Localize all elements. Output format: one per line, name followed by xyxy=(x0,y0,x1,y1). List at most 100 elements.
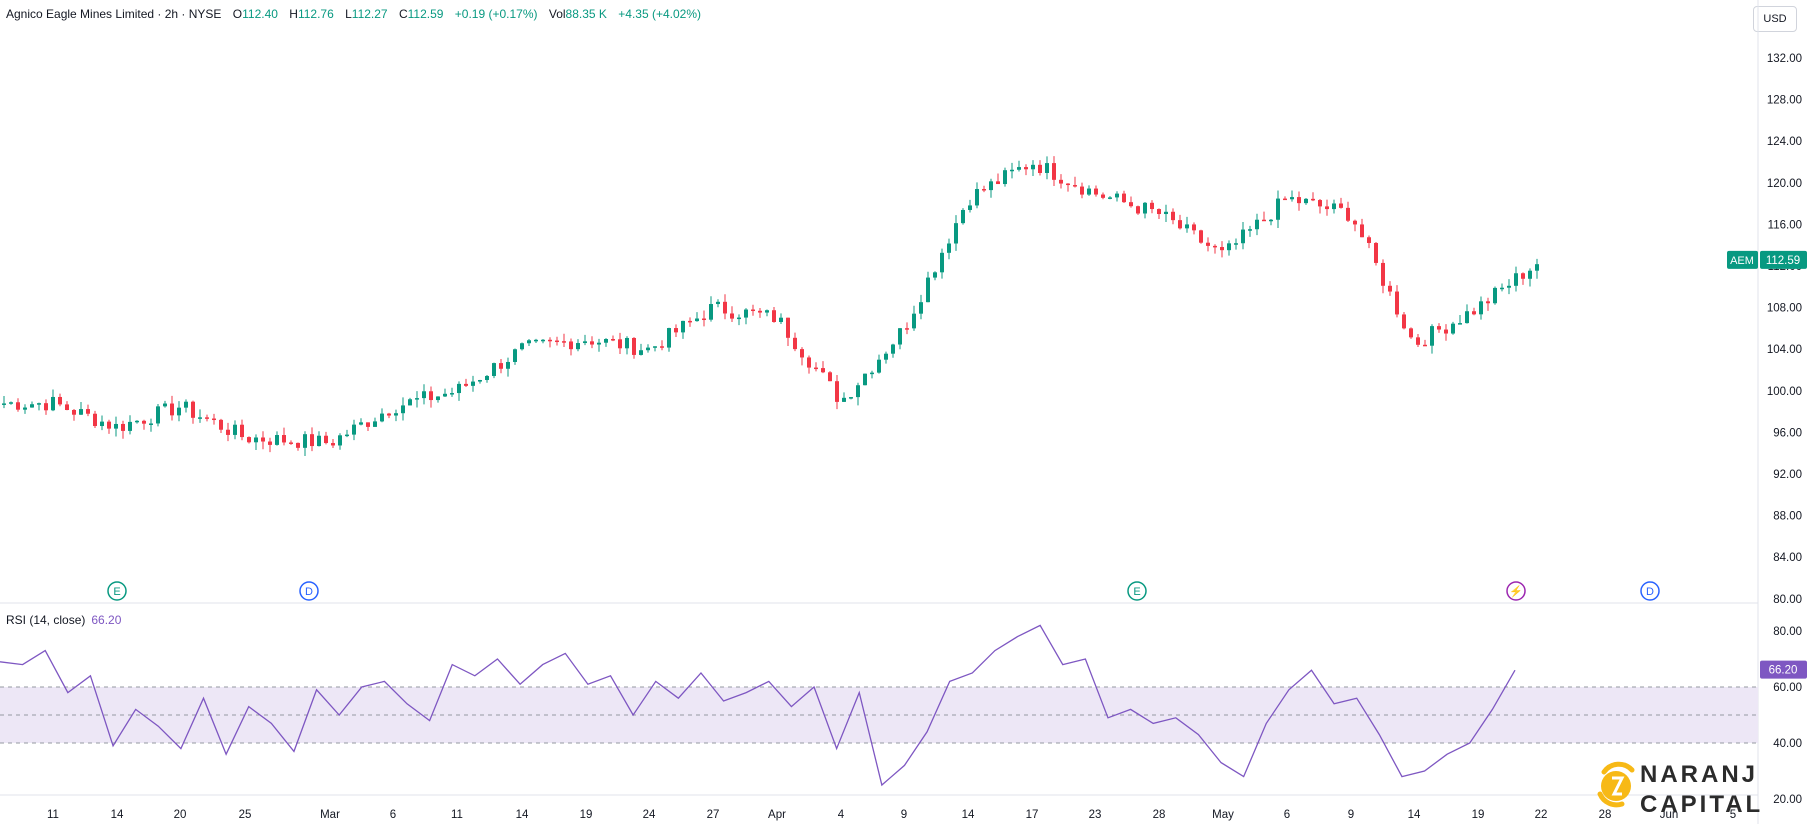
candle-body xyxy=(1514,273,1518,286)
candle-body xyxy=(345,434,349,437)
price-axis-label: 108.00 xyxy=(1767,303,1802,315)
candle-body xyxy=(583,341,587,344)
candle-body xyxy=(9,402,13,404)
candle-body xyxy=(996,181,1000,185)
time-axis-label: 27 xyxy=(707,809,720,821)
candle-body xyxy=(1087,188,1091,195)
candle-body xyxy=(205,417,209,419)
candle-body xyxy=(394,413,398,416)
candle-body xyxy=(1101,194,1105,198)
candle-body xyxy=(1451,323,1455,334)
candle-body xyxy=(1227,243,1231,251)
candle-body xyxy=(1283,198,1287,201)
candle-body xyxy=(219,419,223,430)
candle-body xyxy=(1262,219,1266,222)
rsi-band-fill xyxy=(0,687,1758,743)
candle-body xyxy=(1374,242,1378,263)
candle-body xyxy=(191,401,195,418)
candle-body xyxy=(1206,242,1210,246)
candle-body xyxy=(863,373,867,386)
candle-body xyxy=(128,421,132,431)
candle-body xyxy=(317,435,321,447)
candle-body xyxy=(765,310,769,313)
candle-body xyxy=(1528,270,1532,279)
candle-body xyxy=(1332,203,1336,210)
candle-body xyxy=(1353,220,1357,225)
candle-body xyxy=(604,339,608,343)
candle-body xyxy=(1325,206,1329,210)
candle-body xyxy=(940,252,944,273)
price-axis-label: 96.00 xyxy=(1773,427,1802,439)
time-axis-label: 22 xyxy=(1535,809,1548,821)
candle-body xyxy=(44,403,48,411)
candle-body xyxy=(730,313,734,319)
event-dividend-icon[interactable]: D xyxy=(1640,581,1660,601)
rsi-axis-label: 80.00 xyxy=(1773,626,1802,638)
candle-body xyxy=(142,420,146,424)
event-dividend-icon[interactable]: D xyxy=(299,581,319,601)
price-axis[interactable]: 132.00128.00124.00120.00116.00112.00108.… xyxy=(1767,53,1802,606)
price-tag-text: 112.59 xyxy=(1766,255,1800,267)
candle-body xyxy=(688,320,692,323)
candle-body xyxy=(1150,202,1154,210)
candle-body xyxy=(1255,219,1259,230)
event-markers[interactable]: E D E ⚡ D xyxy=(107,581,1660,601)
candle-body xyxy=(1178,220,1182,229)
candle-body xyxy=(1507,285,1511,288)
candle-body xyxy=(849,397,853,399)
candle-body xyxy=(716,301,720,305)
candle-body xyxy=(198,417,202,419)
candle-body xyxy=(16,402,20,410)
price-axis-label: 120.00 xyxy=(1767,178,1802,190)
time-axis-label: 24 xyxy=(643,809,656,821)
price-axis-label: 128.00 xyxy=(1767,95,1802,107)
candle-body xyxy=(814,367,818,370)
candle-body xyxy=(275,435,279,445)
candle-body xyxy=(478,380,482,382)
event-marker-letter: D xyxy=(1646,586,1654,598)
candle-body xyxy=(240,424,244,438)
candle-body xyxy=(513,349,517,362)
rsi-legend[interactable]: RSI (14, close) 66.20 xyxy=(6,613,121,627)
event-split-icon[interactable]: ⚡ xyxy=(1506,581,1526,601)
candle-body xyxy=(1486,301,1490,304)
event-marker-letter: E xyxy=(1133,586,1140,598)
event-earnings-icon[interactable]: E xyxy=(1127,581,1147,601)
candle-body xyxy=(436,396,440,401)
candle-body xyxy=(674,328,678,333)
candle-body xyxy=(226,429,230,435)
price-axis-label: 132.00 xyxy=(1767,53,1802,65)
candle-body xyxy=(289,442,293,444)
candle-body xyxy=(23,407,27,410)
candle-body xyxy=(1290,197,1294,200)
candle-body xyxy=(121,423,125,431)
candle-body xyxy=(611,339,615,341)
rsi-band xyxy=(0,686,1758,744)
candle-body xyxy=(1136,206,1140,214)
candle-body xyxy=(296,442,300,448)
candle-body xyxy=(548,339,552,342)
candle-body xyxy=(506,361,510,369)
candle-body xyxy=(1108,197,1112,199)
candle-body xyxy=(576,343,580,350)
time-axis[interactable]: 11 14 20 25 Mar 6 11 14 19 24 27 Apr 4 9 14 17 23 28 May 6 9… xyxy=(47,809,1736,821)
candle-body xyxy=(422,391,426,399)
candle-body xyxy=(338,435,342,446)
candle-body xyxy=(1318,200,1322,207)
candle-body xyxy=(149,423,153,425)
candle-body xyxy=(156,406,160,424)
event-earnings-icon[interactable]: E xyxy=(107,581,127,601)
candle-body xyxy=(1241,229,1245,244)
candle-body xyxy=(1304,198,1308,204)
candle-body xyxy=(408,399,412,406)
price-chart[interactable]: 132.00128.00124.00120.00116.00112.00108.… xyxy=(0,0,1811,824)
candle-body xyxy=(471,381,475,386)
candle-body xyxy=(653,346,657,348)
candle-body xyxy=(660,346,664,348)
candle-body xyxy=(65,404,69,410)
candle-body xyxy=(821,368,825,373)
time-axis-label: 6 xyxy=(390,809,396,821)
candle-body xyxy=(569,341,573,350)
candle-body xyxy=(86,409,90,414)
candle-body xyxy=(1395,291,1399,315)
